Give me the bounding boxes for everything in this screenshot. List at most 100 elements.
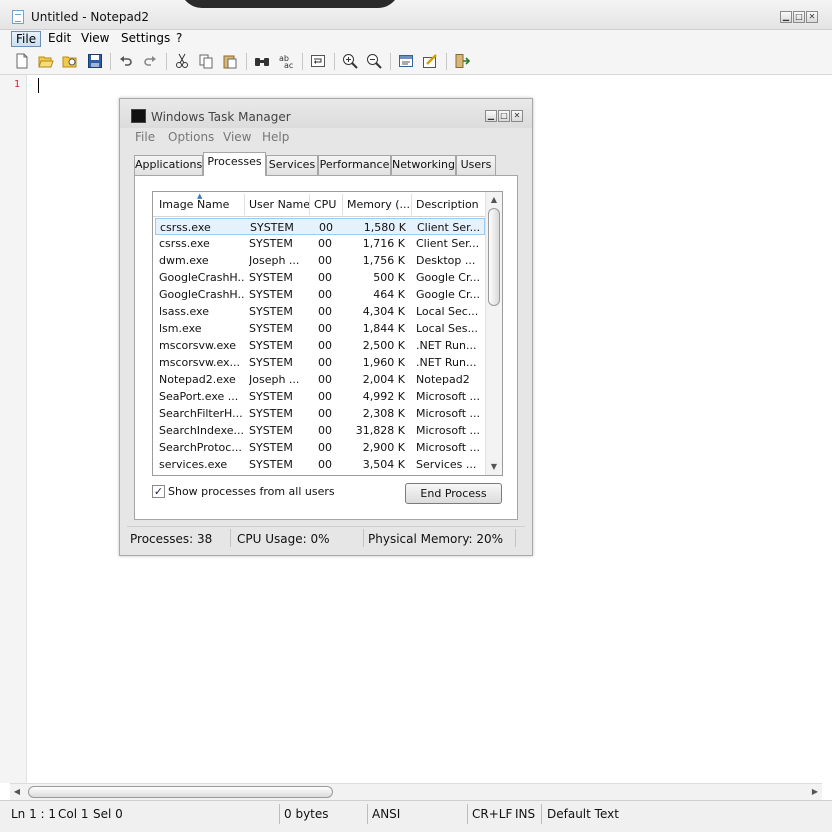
process-description: Google Cr... [416,288,480,301]
notepad-toolbar: ab ac [0,48,832,75]
scrollbar-thumb[interactable] [28,786,333,798]
tm-menu-options[interactable]: Options [168,130,214,144]
tm-menu-file[interactable]: File [135,130,155,144]
zoom-out-icon[interactable] [366,53,382,69]
show-all-checkbox[interactable]: ✓ [152,484,165,498]
process-image-name: dwm.exe [159,254,209,267]
column-cpu[interactable]: CPU [314,198,342,211]
status-eol[interactable]: CR+LF [472,807,512,821]
svg-text:ac: ac [284,61,293,69]
process-user-name: SYSTEM [249,407,293,420]
tm-minimize-button[interactable]: ▁ [485,110,497,122]
copy-icon[interactable] [198,53,214,69]
column-divider [244,194,245,215]
process-row[interactable]: services.exe SYSTEM 00 3,504 K Services ... [155,456,485,473]
tab-performance[interactable]: Performance [318,155,391,175]
process-image-name: lsass.exe [159,305,209,318]
show-all-processes[interactable]: ✓ Show processes from all users [152,483,335,499]
tab-services[interactable]: Services [266,155,318,175]
save-icon[interactable] [87,53,103,69]
scroll-down-icon[interactable]: ▼ [489,462,499,472]
notepad-window-title: Untitled - Notepad2 [31,10,150,24]
column-memory[interactable]: Memory (... [347,198,411,211]
process-cpu: 00 [318,390,332,403]
process-row[interactable]: SearchIndexe... SYSTEM 00 31,828 K Microsoft… [155,422,485,439]
status-encoding[interactable]: ANSI [372,807,400,821]
process-row[interactable]: mscorsvw.ex... SYSTEM 00 1,960 K .NET Run... [155,354,485,371]
toolbar-separator [446,53,447,70]
process-row[interactable]: GoogleCrashH... SYSTEM 00 500 K Google Cr... [155,269,485,286]
tm-close-button[interactable]: ✕ [511,110,523,122]
tab-processes[interactable]: Processes [203,152,266,176]
status-scheme[interactable]: Default Text [547,807,619,821]
horizontal-scrollbar[interactable]: ◀ ▶ [10,783,822,800]
tab-applications[interactable]: Applications [134,155,203,175]
minimize-button[interactable]: ▁ [780,11,792,23]
scheme-icon[interactable] [398,53,414,69]
process-cpu: 00 [318,237,332,250]
status-separator [541,804,542,824]
paste-icon[interactable] [222,53,238,69]
cut-icon[interactable] [174,53,190,69]
scroll-left-icon[interactable]: ◀ [12,787,22,797]
process-row[interactable]: SearchProtoc... SYSTEM 00 2,900 K Microsoft … [155,439,485,456]
process-list[interactable]: ▲ Image Name User Name CPU Memory (... D… [152,191,503,476]
process-list-scrollbar[interactable]: ▲ ▼ [485,192,502,475]
process-user-name: SYSTEM [249,288,293,301]
process-description: Client Ser... [416,237,480,250]
new-file-icon[interactable] [14,53,30,69]
column-image-name[interactable]: Image Name [159,198,241,211]
tab-networking[interactable]: Networking [391,155,456,175]
redo-icon[interactable] [142,53,158,69]
tm-menu-view[interactable]: View [223,130,251,144]
menu-help[interactable]: ? [172,31,186,47]
process-user-name: SYSTEM [249,424,293,437]
toolbar-separator [390,53,391,70]
column-user-name[interactable]: User Name [249,198,309,211]
menu-edit[interactable]: Edit [44,31,75,47]
find-icon[interactable] [254,53,270,69]
show-all-label[interactable]: Show processes from all users [168,485,335,498]
task-manager-app-icon [131,109,146,123]
undo-icon[interactable] [118,53,134,69]
menu-file[interactable]: File [11,31,42,47]
process-row[interactable]: csrss.exe SYSTEM 00 1,580 K Client Ser... [155,218,485,235]
process-row[interactable]: SearchFilterH... SYSTEM 00 2,308 K Microsoft… [155,405,485,422]
browse-icon[interactable] [62,53,78,69]
process-scrollbar-thumb[interactable] [488,208,500,306]
process-row[interactable]: lsass.exe SYSTEM 00 4,304 K Local Sec... [155,303,485,320]
open-folder-icon[interactable] [38,53,54,69]
customize-icon[interactable] [422,53,438,69]
menu-view[interactable]: View [77,31,113,47]
word-wrap-icon[interactable] [310,53,326,69]
column-divider [342,194,343,215]
process-row[interactable]: csrss.exe SYSTEM 00 1,716 K Client Ser... [155,235,485,252]
column-divider [411,194,412,215]
scroll-up-icon[interactable]: ▲ [489,195,499,205]
process-cpu: 00 [318,322,332,335]
exit-icon[interactable] [454,53,470,69]
tm-menu-help[interactable]: Help [262,130,289,144]
close-button[interactable]: ✕ [806,11,818,23]
tm-maximize-button[interactable]: □ [498,110,510,122]
end-process-button[interactable]: End Process [405,483,502,504]
process-row[interactable]: SeaPort.exe ... SYSTEM 00 4,992 K Microsoft … [155,388,485,405]
zoom-in-icon[interactable] [342,53,358,69]
tab-users[interactable]: Users [456,155,496,175]
replace-icon[interactable]: ab ac [278,53,294,69]
process-description: Desktop ... [416,254,476,267]
status-separator [279,804,280,824]
column-description[interactable]: Description [416,198,482,211]
menu-settings[interactable]: Settings [117,31,174,47]
maximize-button[interactable]: □ [793,11,805,23]
process-user-name: Joseph ... [249,373,300,386]
status-separator [467,804,468,824]
process-row[interactable]: GoogleCrashH... SYSTEM 00 464 K Google Cr... [155,286,485,303]
scroll-right-icon[interactable]: ▶ [810,787,820,797]
process-row[interactable]: mscorsvw.exe SYSTEM 00 2,500 K .NET Run... [155,337,485,354]
process-row[interactable]: lsm.exe SYSTEM 00 1,844 K Local Ses... [155,320,485,337]
process-user-name: SYSTEM [249,305,293,318]
process-row[interactable]: dwm.exe Joseph ... 00 1,756 K Desktop ... [155,252,485,269]
status-separator [367,804,368,824]
process-row[interactable]: Notepad2.exe Joseph ... 00 2,004 K Notepad2 [155,371,485,388]
